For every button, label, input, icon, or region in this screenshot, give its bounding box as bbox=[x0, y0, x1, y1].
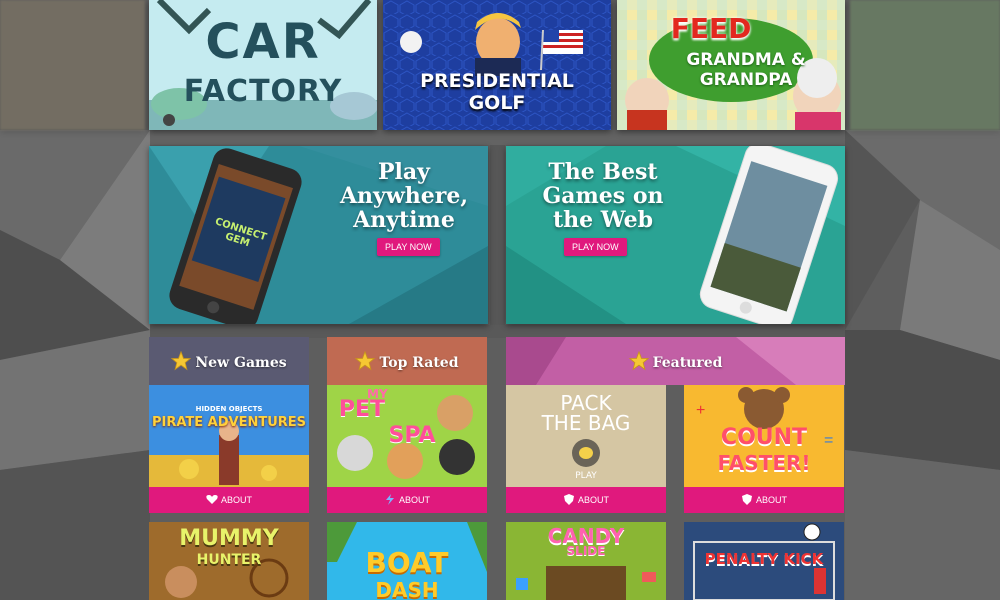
game-thumbnail[interactable]: BOAT DASH bbox=[327, 522, 487, 600]
game-card-mummy-hunter[interactable]: MUMMY HUNTER bbox=[149, 522, 309, 600]
game-thumbnail[interactable]: MUMMY HUNTER bbox=[149, 522, 309, 600]
count-title-line1: COUNT bbox=[720, 425, 808, 450]
banner-1-heading: Play Anywhere, Anytime bbox=[329, 160, 479, 232]
shield-icon bbox=[563, 494, 574, 505]
banner-1-heading-line2: Anywhere, bbox=[339, 183, 469, 209]
game-card-boat-dash[interactable]: BOAT DASH bbox=[327, 522, 487, 600]
game-card-my-pet-spa: MY PET SPA ABOUT bbox=[327, 385, 487, 513]
game-thumbnail[interactable]: PACK THE BAG PLAY bbox=[506, 385, 666, 487]
banner-1-heading-line1: Play bbox=[378, 159, 430, 185]
pack-title-line2: THE BAG bbox=[541, 411, 631, 435]
about-button[interactable]: ABOUT bbox=[506, 487, 666, 513]
feed-title: FEED bbox=[670, 12, 752, 45]
about-label: ABOUT bbox=[755, 495, 787, 505]
about-label: ABOUT bbox=[398, 495, 430, 505]
presidential-golf-title-line1: PRESIDENTIAL bbox=[420, 70, 574, 92]
faded-game-tile-right bbox=[850, 0, 1000, 130]
pack-play-label[interactable]: PLAY bbox=[506, 471, 666, 481]
game-thumbnail[interactable]: + = COUNT FASTER! bbox=[684, 385, 844, 487]
pirate-subtitle: HIDDEN OBJECTS bbox=[195, 405, 263, 413]
shield-icon bbox=[741, 494, 752, 505]
banner-2-heading-line3: the Web bbox=[552, 207, 654, 233]
game-tile-car-factory[interactable]: CAR FACTORY bbox=[149, 0, 377, 130]
lightning-icon bbox=[385, 494, 394, 505]
boat-title-line2: DASH bbox=[375, 578, 439, 600]
game-card-candy-slide[interactable]: CANDY SLIDE bbox=[506, 522, 666, 600]
about-button[interactable]: ABOUT bbox=[327, 487, 487, 513]
game-card-pirate-adventures: HIDDEN OBJECTS PIRATE ADVENTURES ABOUT bbox=[149, 385, 309, 513]
game-card-count-faster: + = COUNT FASTER! ABOUT bbox=[684, 385, 844, 513]
banner-best-games[interactable]: The Best Games on the Web PLAY NOW bbox=[506, 146, 845, 324]
pirate-title: PIRATE ADVENTURES bbox=[151, 415, 307, 430]
heart-icon bbox=[206, 495, 218, 504]
count-title-line2: FASTER! bbox=[717, 451, 811, 475]
about-button[interactable]: ABOUT bbox=[684, 487, 844, 513]
about-button[interactable]: ABOUT bbox=[149, 487, 309, 513]
mummy-title-line1: MUMMY bbox=[179, 526, 279, 551]
boat-title-line1: BOAT bbox=[365, 546, 449, 579]
faded-game-tile-left bbox=[0, 0, 145, 130]
section-title-top-rated: Top Rated bbox=[379, 355, 459, 371]
feed-subtitle-line1: GRANDMA & bbox=[686, 50, 806, 70]
banner-2-heading: The Best Games on the Web bbox=[518, 160, 688, 232]
star-icon bbox=[628, 351, 649, 371]
feed-subtitle-line2: GRANDPA bbox=[699, 70, 793, 90]
star-icon bbox=[171, 351, 192, 371]
banner-1-heading-line3: Anytime bbox=[353, 207, 455, 233]
section-title-new-games: New Games bbox=[195, 355, 287, 371]
candy-title-line2: SLIDE bbox=[566, 544, 606, 558]
mummy-title-line2: HUNTER bbox=[196, 552, 262, 568]
pet-spa-title-pet: PET bbox=[338, 397, 386, 422]
game-tile-presidential-golf[interactable]: PRESIDENTIAL GOLF bbox=[383, 0, 611, 130]
banner-play-anywhere[interactable]: CONNECT GEM Play Anywhere, Anytime PLAY … bbox=[149, 146, 488, 324]
section-title-featured: Featured bbox=[652, 355, 723, 371]
pet-spa-title-spa: SPA bbox=[388, 423, 436, 448]
car-factory-title-line2: FACTORY bbox=[183, 74, 343, 109]
section-header-featured: Featured bbox=[506, 337, 845, 385]
game-tile-feed-grandma-grandpa[interactable]: FEED GRANDMA & GRANDPA bbox=[617, 0, 845, 130]
game-card-pack-the-bag: PACK THE BAG PLAY ABOUT bbox=[506, 385, 666, 513]
penalty-title: PENALTY KICK bbox=[704, 550, 824, 568]
svg-text:+: + bbox=[696, 402, 705, 419]
section-header-top-rated: Top Rated bbox=[327, 337, 487, 385]
game-thumbnail[interactable]: PENALTY KICK bbox=[684, 522, 844, 600]
about-label: ABOUT bbox=[220, 495, 252, 505]
game-thumbnail[interactable]: MY PET SPA bbox=[327, 385, 487, 487]
banner-2-heading-line2: Games on bbox=[542, 183, 664, 209]
banner-2-heading-line1: The Best bbox=[548, 159, 658, 185]
pirate-adventures-artwork bbox=[149, 385, 309, 487]
game-card-penalty-kick[interactable]: PENALTY KICK bbox=[684, 522, 844, 600]
game-thumbnail[interactable]: CANDY SLIDE bbox=[506, 522, 666, 600]
star-icon bbox=[355, 351, 376, 371]
play-now-button[interactable]: PLAY NOW bbox=[564, 238, 627, 256]
play-now-button[interactable]: PLAY NOW bbox=[377, 238, 440, 256]
game-thumbnail[interactable]: HIDDEN OBJECTS PIRATE ADVENTURES bbox=[149, 385, 309, 487]
section-header-new-games: New Games bbox=[149, 337, 309, 385]
about-label: ABOUT bbox=[577, 495, 609, 505]
presidential-golf-title-line2: GOLF bbox=[468, 92, 526, 114]
car-factory-title-line1: CAR bbox=[205, 14, 321, 70]
